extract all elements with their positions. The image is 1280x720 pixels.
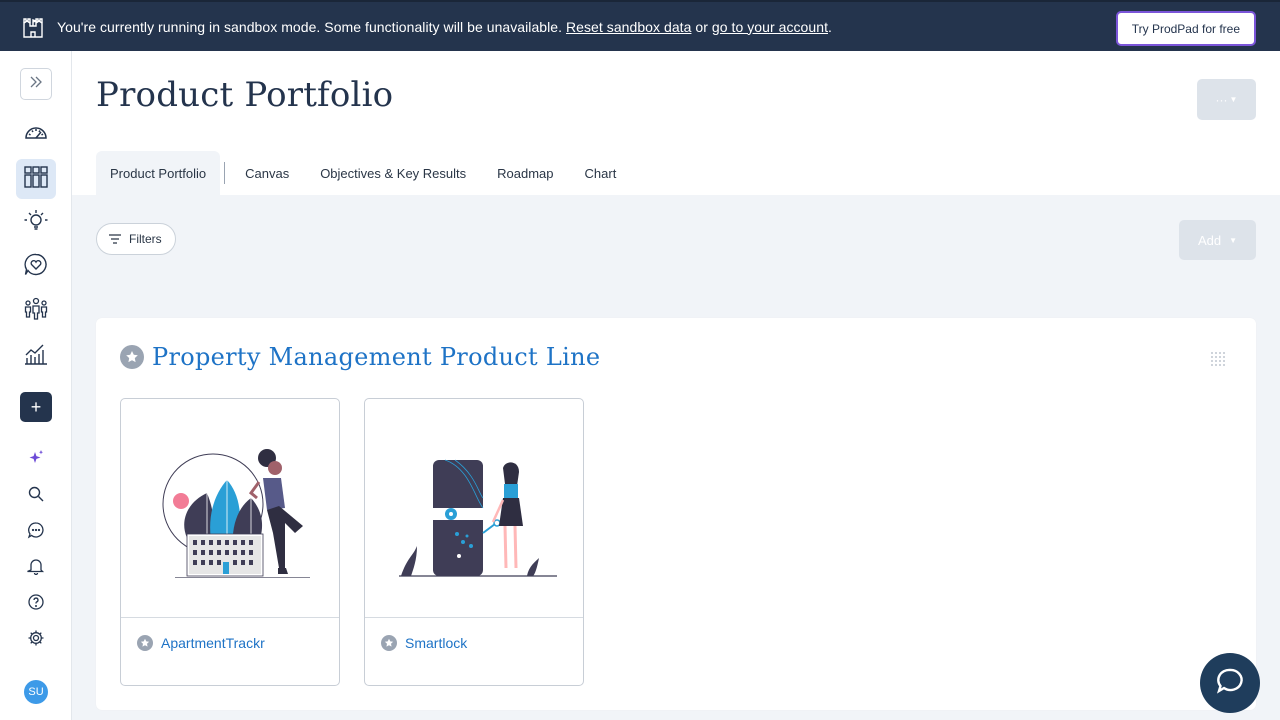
tab-product-portfolio[interactable]: Product Portfolio — [96, 151, 221, 195]
sandbox-message: You're currently running in sandbox mode… — [57, 19, 832, 35]
star-icon — [137, 635, 153, 651]
more-options-button[interactable]: ··· ▼ — [1197, 79, 1256, 120]
sidebar-item-customers[interactable] — [16, 291, 56, 331]
period-text: . — [828, 18, 832, 35]
product-card-apartmenttrackr[interactable]: ApartmentTrackr — [120, 398, 340, 686]
sidebar-item-product-portfolio[interactable] — [16, 159, 56, 199]
sandbox-castle-icon — [20, 14, 46, 40]
page-header: Product Portfolio ··· ▼ Product Portfoli… — [72, 51, 1280, 195]
product-card-smartlock[interactable]: Smartlock — [364, 398, 584, 686]
sidebar-item-dashboard[interactable] — [16, 115, 56, 155]
feedback-heart-icon — [23, 252, 49, 283]
product-line-header: Property Management Product Line — [120, 343, 600, 371]
user-avatar[interactable]: SU — [24, 680, 48, 704]
chat-bubble-icon[interactable] — [26, 520, 46, 540]
drag-grip-icon[interactable] — [1210, 351, 1226, 367]
chat-bubble-icon — [1215, 666, 1245, 701]
plus-icon: + — [30, 396, 42, 417]
sidebar: + SU — [0, 51, 72, 720]
bell-notifications-icon[interactable] — [26, 556, 46, 576]
sidebar-item-feedback[interactable] — [16, 247, 56, 287]
product-line-title[interactable]: Property Management Product Line — [152, 343, 600, 371]
filters-button[interactable]: Filters — [96, 223, 176, 255]
caret-down-icon: ▼ — [1229, 95, 1238, 104]
sidebar-item-reports[interactable] — [16, 335, 56, 375]
filters-label: Filters — [129, 232, 162, 246]
help-question-icon[interactable] — [26, 592, 46, 612]
settings-gear-icon[interactable] — [26, 628, 46, 648]
tab-objectives-key-results[interactable]: Objectives & Key Results — [306, 151, 483, 195]
filter-lines-icon — [109, 234, 121, 244]
tab-canvas[interactable]: Canvas — [231, 151, 306, 195]
sandbox-banner: You're currently running in sandbox mode… — [0, 0, 1280, 51]
reset-sandbox-link[interactable]: Reset sandbox data — [566, 19, 691, 35]
ai-sparkle-icon[interactable] — [26, 448, 46, 468]
dashboard-gauge-icon — [23, 120, 49, 151]
try-prodpad-button[interactable]: Try ProdPad for free — [1115, 11, 1256, 46]
product-card-footer: ApartmentTrackr — [121, 618, 339, 685]
add-button[interactable]: Add ▼ — [1179, 220, 1256, 260]
smartlock-illustration — [365, 399, 583, 618]
customers-people-icon — [23, 296, 49, 327]
sidebar-item-ideas[interactable] — [16, 203, 56, 243]
ideas-lightbulb-icon — [23, 208, 49, 239]
add-new-button[interactable]: + — [20, 392, 52, 422]
main-content: Filters Add ▼ Property Management Produc… — [72, 195, 1280, 720]
or-text: or — [695, 18, 708, 35]
double-chevron-right-icon — [29, 75, 43, 94]
search-icon[interactable] — [26, 484, 46, 504]
star-icon — [381, 635, 397, 651]
apartment-building-illustration — [121, 399, 339, 618]
reports-chart-icon — [23, 340, 49, 371]
caret-down-icon: ▼ — [1229, 235, 1238, 245]
tab-chart[interactable]: Chart — [571, 151, 634, 195]
product-card-footer: Smartlock — [365, 618, 583, 685]
tab-bar: Product Portfolio Canvas Objectives & Ke… — [96, 151, 633, 195]
help-chat-button[interactable] — [1200, 653, 1260, 713]
product-name[interactable]: Smartlock — [405, 635, 467, 651]
sandbox-text: You're currently running in sandbox mode… — [57, 18, 563, 35]
tab-divider — [224, 162, 226, 184]
tab-roadmap[interactable]: Roadmap — [483, 151, 570, 195]
expand-sidebar-button[interactable] — [20, 68, 52, 100]
more-dots-icon: ··· — [1215, 92, 1228, 107]
go-to-account-link[interactable]: go to your account — [712, 19, 828, 35]
star-icon — [120, 345, 144, 369]
product-name[interactable]: ApartmentTrackr — [161, 635, 265, 651]
page-title: Product Portfolio — [96, 75, 394, 115]
product-portfolio-grid-icon — [23, 164, 49, 195]
product-line-panel: Property Management Product Line Apartme… — [96, 318, 1256, 710]
add-label: Add — [1197, 232, 1222, 248]
